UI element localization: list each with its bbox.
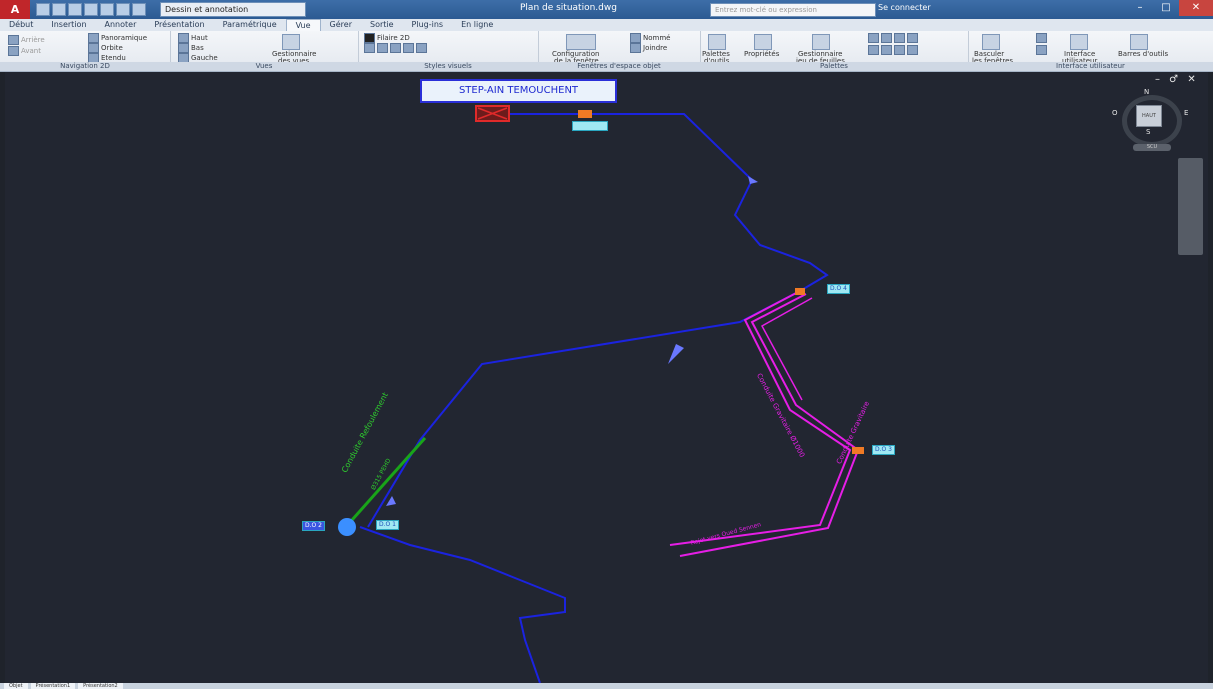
tag-top[interactable] [572, 121, 608, 131]
layout-tab-2[interactable]: Présentation2 [78, 683, 123, 689]
drawing-geometry [338, 105, 864, 684]
manhole-top[interactable] [578, 110, 592, 118]
tag-left[interactable]: D.O 2 [302, 521, 325, 531]
tag-d3[interactable]: D.O 3 [872, 445, 895, 455]
manhole-d1[interactable] [338, 518, 356, 536]
magenta-pipe-2[interactable] [679, 293, 860, 557]
manhole-d4[interactable] [795, 288, 805, 295]
layout-tabs: Objet Présentation1 Présentation2 [4, 683, 123, 689]
compass-o[interactable]: O [1112, 109, 1118, 117]
flow-arrow [748, 176, 758, 184]
tag-d1[interactable]: D.O 1 [376, 520, 399, 530]
compass-e[interactable]: E [1184, 109, 1188, 117]
navigation-bar[interactable] [1178, 158, 1203, 255]
layout-tab-1[interactable]: Présentation1 [30, 683, 76, 689]
status-bar [0, 683, 1213, 689]
green-pipe[interactable] [350, 437, 427, 521]
station-title[interactable]: STEP-AIN TEMOUCHENT [420, 79, 617, 103]
layout-tab-model[interactable]: Objet [4, 683, 28, 689]
viewport-controls[interactable]: – ♂ ✕ [1155, 74, 1199, 85]
viewcube-face[interactable]: HAUT [1136, 105, 1162, 127]
manhole-d3[interactable] [852, 447, 864, 454]
compass-n[interactable]: N [1144, 88, 1149, 96]
compass-s[interactable]: S [1146, 128, 1150, 136]
tag-d4[interactable]: D.O 4 [827, 284, 850, 294]
flow-arrow [668, 344, 684, 364]
blue-pipe-lower[interactable] [359, 526, 566, 684]
wcs-menu[interactable]: SCU [1133, 144, 1171, 151]
flow-arrow [386, 496, 396, 506]
blue-pipe-main[interactable] [367, 113, 829, 528]
viewcube[interactable]: HAUT N S E O [1112, 88, 1190, 147]
